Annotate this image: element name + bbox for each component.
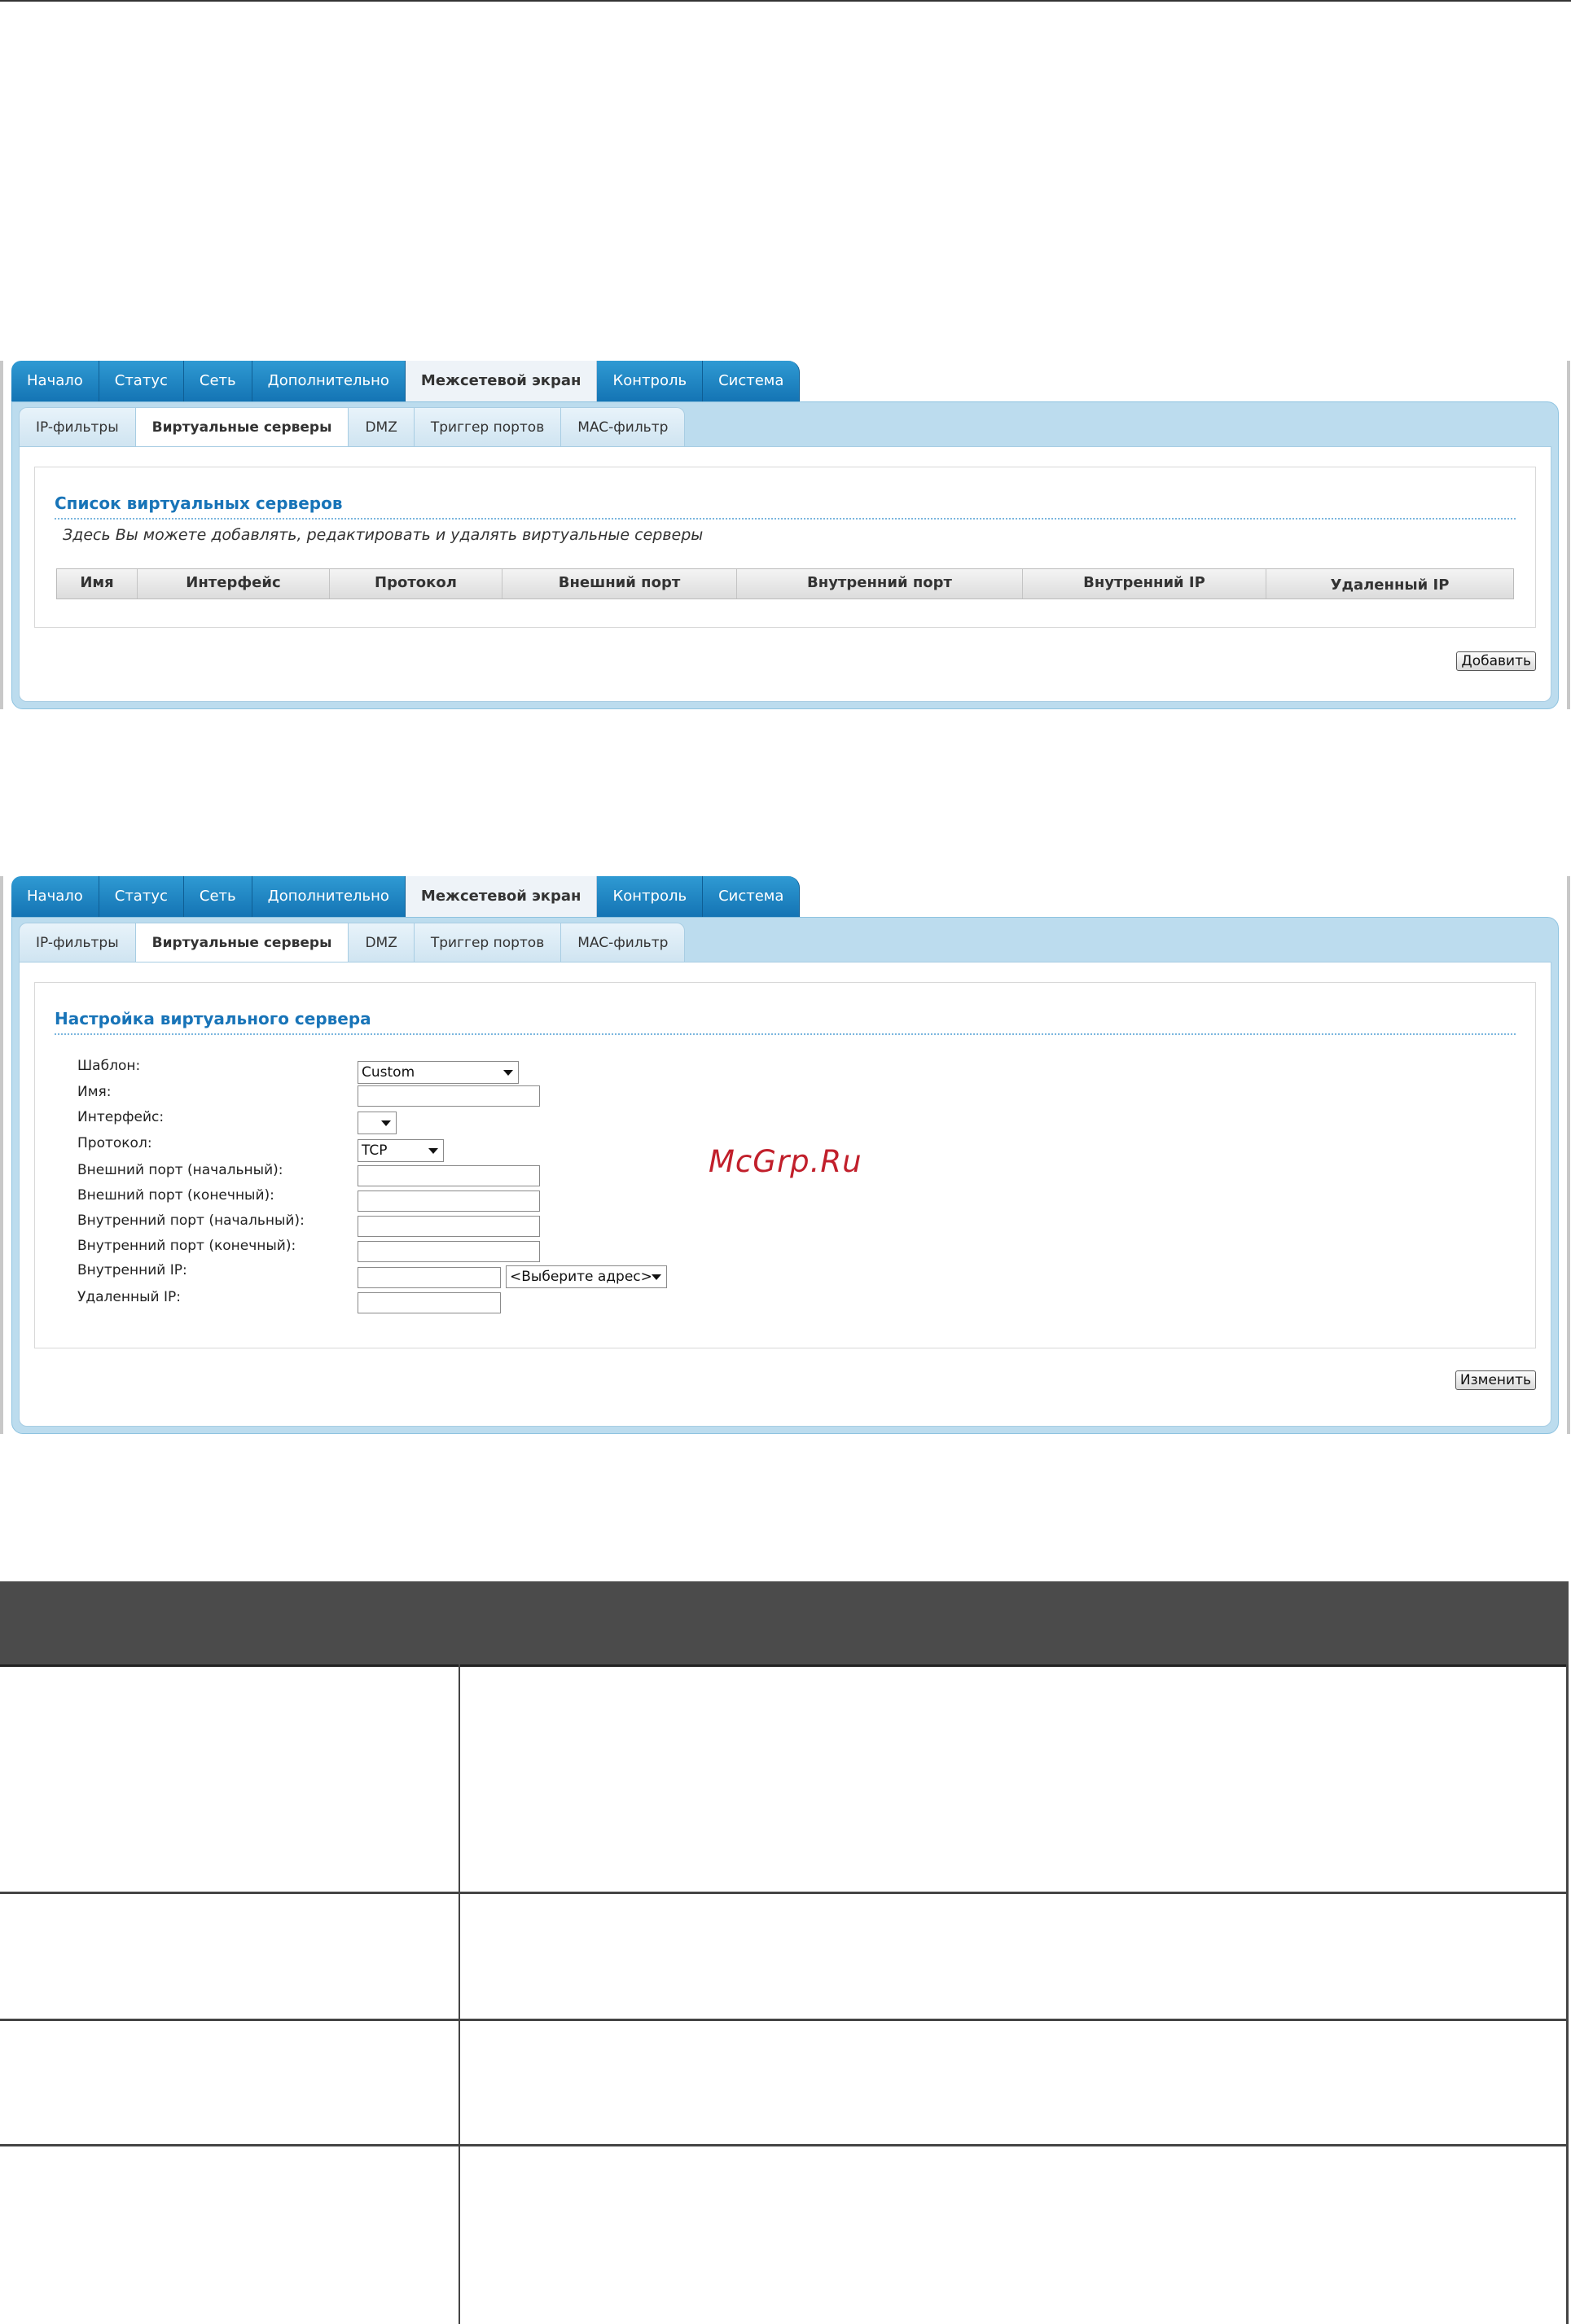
subtab-mac-filter[interactable]: MAC-фильтр xyxy=(560,923,686,962)
param-cell xyxy=(0,1664,460,1892)
tab-network[interactable]: Сеть xyxy=(183,876,252,917)
tab-home[interactable]: Начало xyxy=(11,361,99,401)
template-label: Шаблон: xyxy=(77,1058,141,1074)
description-cell xyxy=(460,2021,1569,2144)
subtab-virtual-servers[interactable]: Виртуальные серверы xyxy=(134,923,349,963)
title-divider xyxy=(55,1033,1516,1035)
tab-network[interactable]: Сеть xyxy=(183,361,252,401)
table-row xyxy=(0,2021,1569,2146)
col-protocol: Протокол xyxy=(330,569,502,599)
name-label: Имя: xyxy=(77,1084,112,1100)
left-edge xyxy=(0,361,3,709)
int-port-start-label: Внутренний порт (начальный): xyxy=(77,1212,305,1229)
subtab-virtual-servers[interactable]: Виртуальные серверы xyxy=(134,407,349,448)
description-cell xyxy=(460,2146,1569,2324)
chevron-down-icon xyxy=(381,1120,391,1126)
internal-ip-label: Внутренний IP: xyxy=(77,1262,187,1278)
subtab-dmz[interactable]: DMZ xyxy=(348,923,415,962)
tab-frame: IP-фильтры Виртуальные серверы DMZ Тригг… xyxy=(11,401,1559,709)
virtual-servers-list-panel: Начало Статус Сеть Дополнительно Межсете… xyxy=(0,361,1570,709)
tab-firewall[interactable]: Межсетевой экран xyxy=(405,876,598,917)
servers-table-header: Имя Интерфейс Протокол Внешний порт Внут… xyxy=(56,568,1514,599)
param-cell xyxy=(0,2146,460,2324)
sub-nav: IP-фильтры Виртуальные серверы DMZ Тригг… xyxy=(19,407,686,448)
description-cell xyxy=(460,1894,1569,2019)
tab-control[interactable]: Контроль xyxy=(597,876,704,917)
top-rule xyxy=(0,0,1571,2)
table-row xyxy=(0,1664,1569,1894)
address-select-value: <Выберите адрес> xyxy=(510,1269,652,1285)
protocol-label: Протокол: xyxy=(77,1135,152,1151)
section-title: Список виртуальных серверов xyxy=(55,493,343,513)
remote-ip-label: Удаленный IP: xyxy=(77,1289,181,1305)
content-area: Список виртуальных серверов Здесь Вы мож… xyxy=(19,446,1551,702)
subtab-port-trigger[interactable]: Триггер портов xyxy=(413,407,562,447)
tab-system[interactable]: Система xyxy=(703,876,801,917)
col-ext-port: Внешний порт xyxy=(502,569,737,599)
param-cell xyxy=(0,1894,460,2019)
address-select[interactable]: <Выберите адрес> xyxy=(506,1265,667,1288)
col-int-ip: Внутренний IP xyxy=(1023,569,1266,599)
internal-ip-input[interactable] xyxy=(358,1267,501,1288)
chevron-down-icon xyxy=(503,1070,513,1076)
chevron-down-icon xyxy=(428,1148,438,1154)
ext-port-start-input[interactable] xyxy=(358,1165,540,1186)
col-name: Имя xyxy=(57,569,138,599)
main-nav: Начало Статус Сеть Дополнительно Межсете… xyxy=(11,876,801,917)
tab-control[interactable]: Контроль xyxy=(597,361,704,401)
content-area: Настройка виртуального сервера Шаблон: C… xyxy=(19,962,1551,1427)
col-interface: Интерфейс xyxy=(138,569,330,599)
table-header-bar xyxy=(0,1581,1569,1667)
interface-label: Интерфейс: xyxy=(77,1109,165,1125)
add-button[interactable]: Добавить xyxy=(1456,651,1536,671)
subtab-ip-filters[interactable]: IP-фильтры xyxy=(19,407,136,447)
int-port-end-label: Внутренний порт (конечный): xyxy=(77,1238,296,1254)
protocol-value: TCP xyxy=(362,1142,388,1159)
left-edge xyxy=(0,876,3,1434)
chevron-down-icon xyxy=(652,1274,661,1280)
col-remote-ip: Удаленный IP xyxy=(1330,577,1450,594)
tab-home[interactable]: Начало xyxy=(11,876,99,917)
remote-ip-input[interactable] xyxy=(358,1292,501,1313)
watermark-text: McGrp.Ru xyxy=(709,1144,862,1179)
tab-status[interactable]: Статус xyxy=(99,361,184,401)
sub-nav: IP-фильтры Виртуальные серверы DMZ Тригг… xyxy=(19,923,686,963)
tab-advanced[interactable]: Дополнительно xyxy=(252,361,406,401)
template-select[interactable]: Custom xyxy=(358,1061,519,1084)
table-row xyxy=(0,1894,1569,2021)
change-button[interactable]: Изменить xyxy=(1455,1370,1536,1390)
interface-select[interactable] xyxy=(358,1112,397,1134)
ext-port-start-label: Внешний порт (начальный): xyxy=(77,1162,283,1178)
subtab-dmz[interactable]: DMZ xyxy=(348,407,415,447)
param-cell xyxy=(0,2021,460,2144)
ext-port-end-input[interactable] xyxy=(358,1191,540,1212)
right-edge xyxy=(1567,361,1570,709)
col-int-port: Внутренний порт xyxy=(737,569,1023,599)
table-row xyxy=(0,2146,1569,2324)
list-box: Список виртуальных серверов Здесь Вы мож… xyxy=(34,467,1536,628)
subtab-mac-filter[interactable]: MAC-фильтр xyxy=(560,407,686,447)
tab-system[interactable]: Система xyxy=(703,361,801,401)
main-nav: Начало Статус Сеть Дополнительно Межсете… xyxy=(11,361,801,401)
int-port-end-input[interactable] xyxy=(358,1241,540,1262)
int-port-start-input[interactable] xyxy=(358,1216,540,1237)
section-title: Настройка виртуального сервера xyxy=(55,1009,371,1028)
title-divider xyxy=(55,518,1516,520)
ext-port-end-label: Внешний порт (конечный): xyxy=(77,1187,274,1204)
subtab-ip-filters[interactable]: IP-фильтры xyxy=(19,923,136,962)
protocol-select[interactable]: TCP xyxy=(358,1139,444,1162)
description-cell xyxy=(460,1664,1569,1892)
subtab-port-trigger[interactable]: Триггер портов xyxy=(413,923,562,962)
tab-advanced[interactable]: Дополнительно xyxy=(252,876,406,917)
tab-status[interactable]: Статус xyxy=(99,876,184,917)
template-value: Custom xyxy=(362,1064,415,1081)
section-hint: Здесь Вы можете добавлять, редактировать… xyxy=(63,526,704,544)
name-input[interactable] xyxy=(358,1085,540,1107)
right-edge xyxy=(1567,876,1570,1434)
tab-firewall[interactable]: Межсетевой экран xyxy=(405,361,598,401)
